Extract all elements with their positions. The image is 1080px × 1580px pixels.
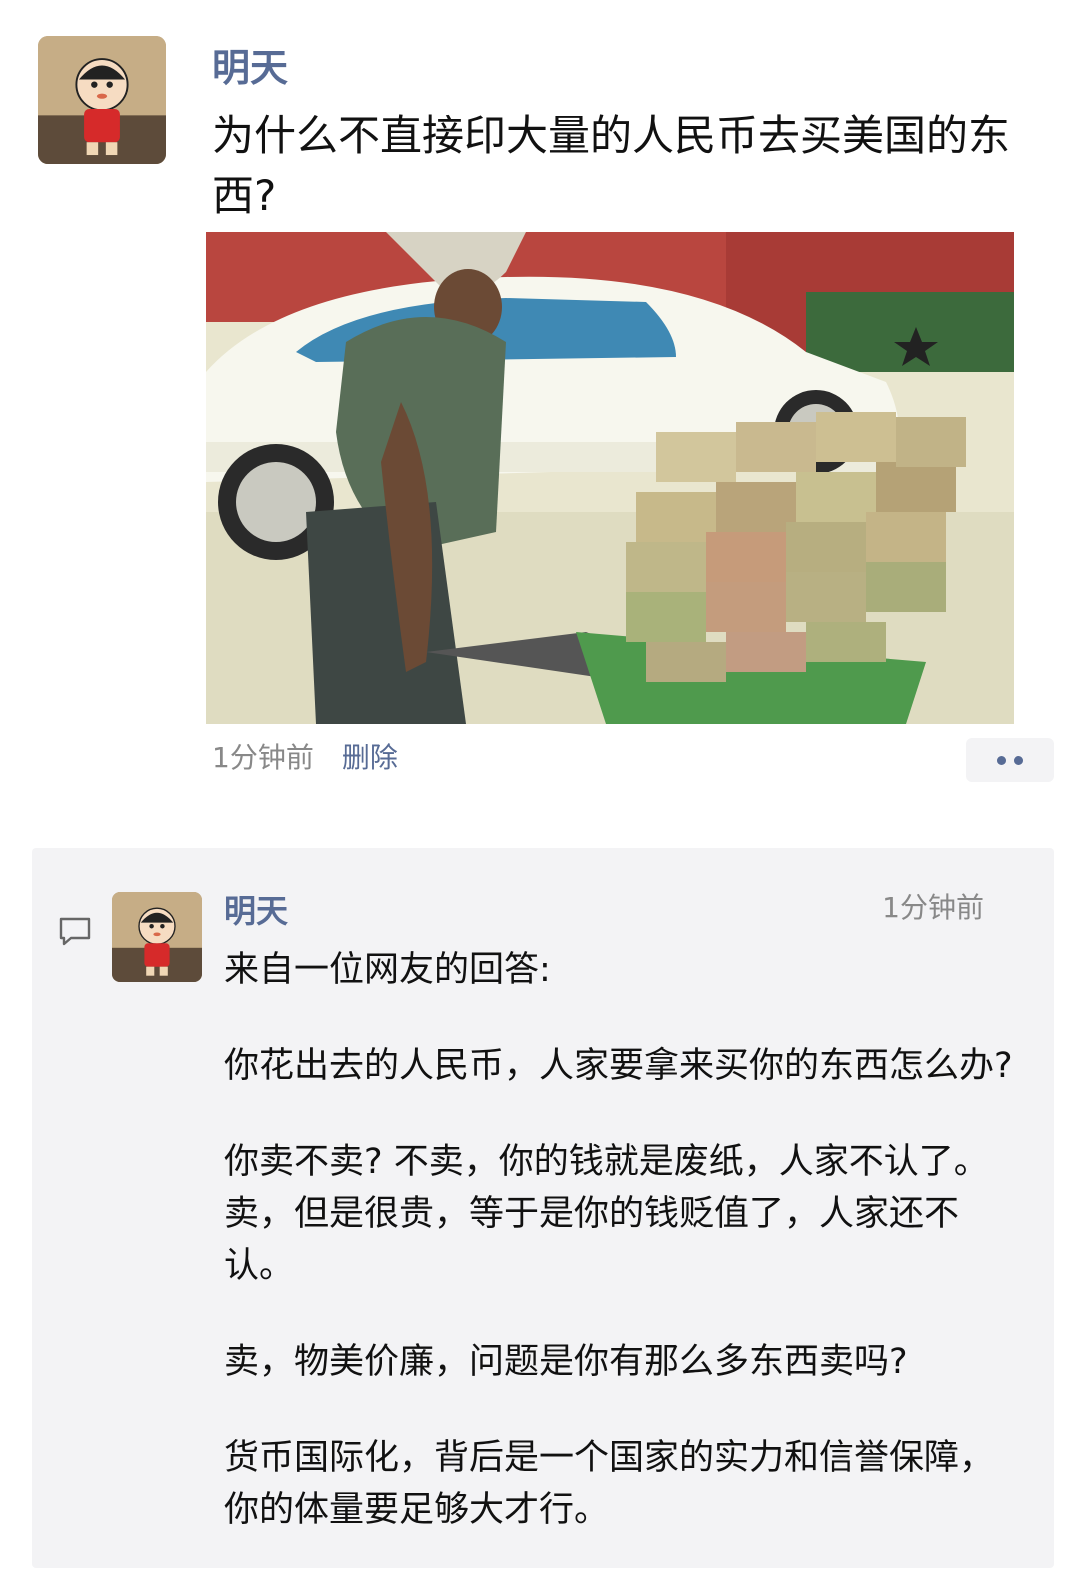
post-text: 为什么不直接印大量的人民币去买美国的东西? — [212, 111, 1011, 220]
dot — [1014, 755, 1023, 765]
comment-paragraph: 卖，物美价廉，问题是你有那么多东西卖吗? — [224, 1342, 908, 1382]
post-photo[interactable] — [206, 232, 1014, 724]
more-dots-icon[interactable] — [966, 738, 1054, 782]
comment-paragraph: 你卖不卖? 不卖，你的钱就是废纸，人家不认了。卖，但是很贵，等于是你的钱贬值了，… — [224, 1142, 989, 1286]
comment-paragraph: 你花出去的人民币，人家要拿来买你的东西怎么办? — [224, 1046, 1013, 1086]
comment-paragraph: 来自一位网友的回答: — [224, 950, 551, 990]
post-author-name[interactable]: 明天 — [212, 38, 288, 98]
comment-paragraph: 货币国际化，背后是一个国家的实力和信誉保障，你的体量要足够大才行。 — [224, 1438, 995, 1530]
comment-author-avatar[interactable] — [112, 892, 202, 982]
comment-time: 1分钟前 — [882, 891, 984, 924]
comment-author-name[interactable]: 明天 — [224, 888, 288, 934]
comment-text: 来自一位网友的回答: 你花出去的人民币，人家要拿来买你的东西怎么办? 你卖不卖?… — [224, 944, 1024, 1580]
post-author-avatar[interactable] — [38, 36, 166, 164]
post-time: 1分钟前 — [212, 741, 314, 774]
cartoon-boy-avatar-icon — [38, 36, 166, 164]
post-meta: 1分钟前 删除 — [212, 738, 398, 778]
delete-button[interactable]: 删除 — [342, 738, 398, 778]
dot — [997, 755, 1006, 765]
cartoon-boy-avatar-icon — [112, 892, 202, 982]
comment-bubble-icon — [59, 917, 91, 946]
